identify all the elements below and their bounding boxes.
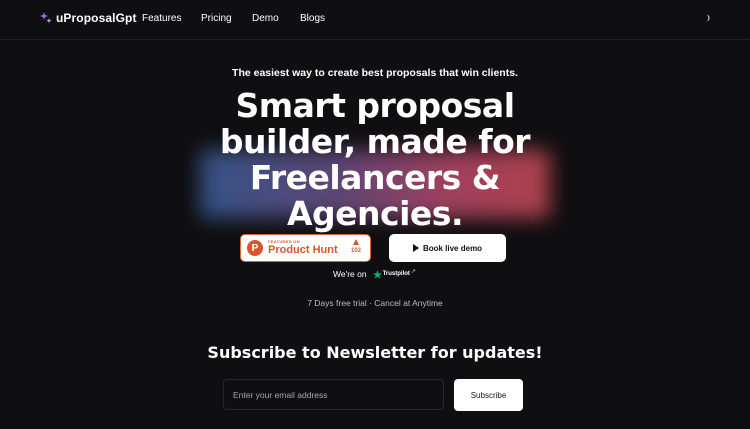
trustpilot-row: We're on Trustpilot ↗ [333, 268, 416, 280]
newsletter-title: Subscribe to Newsletter for updates! [207, 343, 543, 362]
brand-name: uProposalGpt [56, 11, 137, 25]
product-hunt-text: FEATURED ON Product Hunt [268, 240, 338, 256]
hero-title-line: builder, made for [219, 122, 531, 161]
trustpilot-prefix: We're on [333, 269, 367, 279]
trial-note: 7 Days free trial · Cancel at Anytime [307, 298, 443, 308]
nav-link-demo[interactable]: Demo [252, 13, 279, 24]
nav-link-features[interactable]: Features [142, 13, 181, 24]
external-link-icon: ↗ [410, 268, 416, 275]
theme-toggle-icon[interactable] [702, 13, 712, 23]
product-hunt-vote-count: 102 [350, 248, 361, 254]
hero-title-line: Smart proposal [235, 86, 515, 125]
hero-title-line: Agencies. [287, 194, 463, 233]
subscribe-button[interactable]: Subscribe [454, 379, 523, 411]
hero-title: Smart proposal builder, made for Freelan… [175, 88, 575, 232]
trustpilot-name: Trustpilot [382, 271, 410, 277]
email-input[interactable] [223, 379, 444, 410]
product-hunt-badge[interactable]: P FEATURED ON Product Hunt 102 [240, 234, 371, 262]
hero-tagline: The easiest way to create best proposals… [232, 67, 518, 79]
sparkle-logo-icon [40, 12, 52, 24]
brand-logo[interactable]: uProposalGpt [40, 11, 137, 25]
top-navbar: uProposalGpt Features Pricing Demo Blogs [0, 0, 750, 40]
trustpilot-link[interactable]: Trustpilot ↗ [372, 268, 416, 279]
book-demo-label: Book live demo [422, 243, 483, 253]
product-hunt-votes: 102 [345, 239, 367, 254]
hero-title-line: Freelancers & [249, 158, 501, 197]
nav-link-pricing[interactable]: Pricing [201, 13, 232, 24]
book-demo-button[interactable]: Book live demo [389, 234, 506, 262]
nav-link-blogs[interactable]: Blogs [300, 13, 325, 24]
trustpilot-star-icon [372, 269, 382, 279]
play-icon [412, 244, 419, 252]
product-hunt-name: Product Hunt [268, 244, 338, 256]
product-hunt-logo-icon: P [247, 240, 263, 256]
upvote-triangle-icon [353, 239, 359, 245]
